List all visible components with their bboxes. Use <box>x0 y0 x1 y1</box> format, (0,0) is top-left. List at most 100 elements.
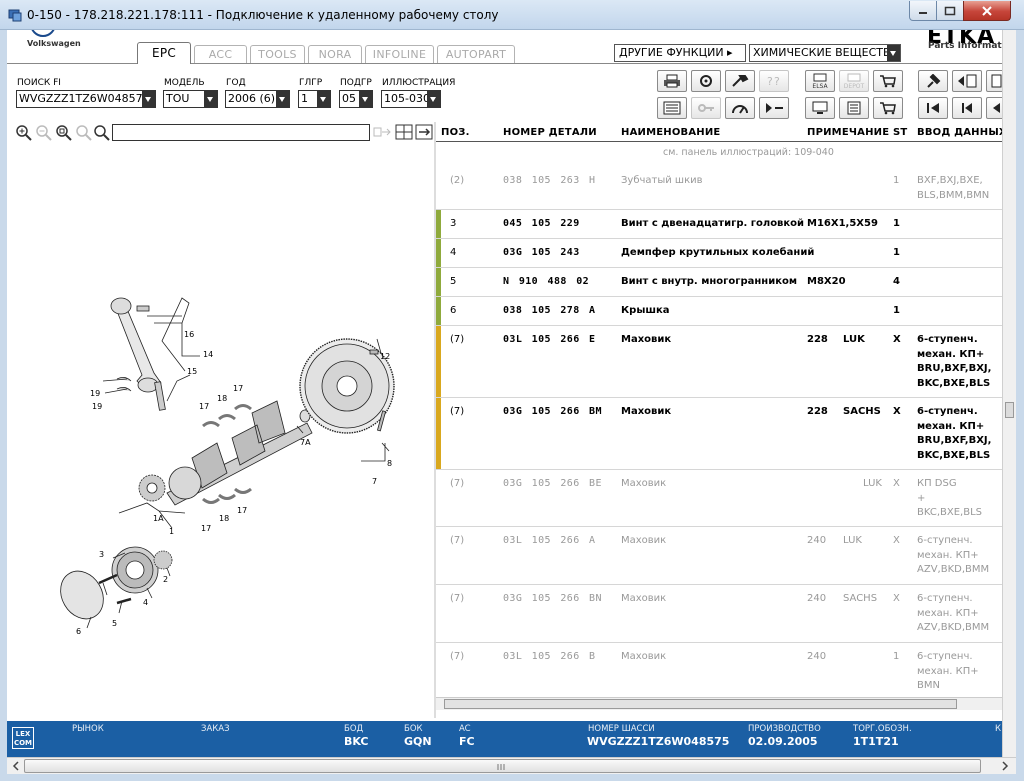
parts-table-header: ПОЗ. НОМЕР ДЕТАЛИ НАИМЕНОВАНИЕ ПРИМЕЧАНИ… <box>436 122 1002 142</box>
diagram-label: 18 <box>219 514 229 523</box>
model-select[interactable]: TOU <box>163 90 218 108</box>
production-value: 02.09.2005 <box>748 735 818 748</box>
speedometer-icon <box>732 105 748 114</box>
table-row[interactable]: (7) 03L 105 266 A Маховик 240 LUK X 6-ст… <box>436 527 1002 585</box>
arrow-left-icon[interactable] <box>9 759 23 773</box>
diagram-part <box>218 493 236 500</box>
other-functions-menu[interactable]: ДРУГИЕ ФУНКЦИИ ▸ <box>614 44 746 62</box>
table-row[interactable]: 4 03G 105 243 Демпфер крутильных колебан… <box>436 239 1002 268</box>
tab-epc[interactable]: EPC <box>137 42 191 64</box>
reference-note[interactable]: см. панель иллюстраций: 109-040 <box>663 146 834 161</box>
table-row[interactable]: (7) 03L 105 266 B Маховик 240 1 6-ступен… <box>436 643 1002 701</box>
expand-panel-icon[interactable] <box>415 124 433 140</box>
tab-autopart[interactable]: AUTOPART <box>437 45 515 64</box>
key-button[interactable] <box>691 97 721 119</box>
grid-view-icon[interactable] <box>395 124 413 140</box>
row-input: 6-ступенч. механ. КП+ BRU,BXF,BXJ, BKC,B… <box>917 334 992 389</box>
chevron-down-icon[interactable] <box>317 91 330 107</box>
first-page-button[interactable] <box>918 97 948 119</box>
elsa-button[interactable]: ELSA <box>805 70 835 92</box>
parts-table-horizontal-scrollbar[interactable] <box>436 697 1002 710</box>
market-label: РЫНОК <box>72 724 104 734</box>
arrow-right-icon[interactable] <box>998 759 1012 773</box>
scrollbar-thumb[interactable] <box>444 699 957 709</box>
col-header-st[interactable]: ST <box>893 127 907 138</box>
info-button[interactable]: ?? <box>759 70 789 92</box>
tab-nora[interactable]: NORA <box>308 45 362 64</box>
depot-button[interactable]: DEPOT <box>839 70 869 92</box>
maximize-button[interactable] <box>936 1 964 21</box>
previous-arrow-button[interactable] <box>986 97 1002 119</box>
col-header-note[interactable]: ПРИМЕЧАНИЕ <box>807 127 889 138</box>
play-separator-button[interactable] <box>759 97 789 119</box>
table-row[interactable]: (7) 03G 105 266 BE Маховик LUK X КП DSG … <box>436 470 1002 527</box>
illustration-search-input[interactable] <box>112 124 370 141</box>
close-button[interactable] <box>963 1 1011 21</box>
illustration-select[interactable]: 105-030 <box>381 90 441 108</box>
back-page-button[interactable] <box>952 70 982 92</box>
cart-add-button[interactable] <box>873 70 903 92</box>
row-pos: (7) <box>450 478 465 489</box>
group-select[interactable]: 1 <box>298 90 331 108</box>
tab-tools[interactable]: TOOLS <box>250 45 305 64</box>
diagram-part <box>234 487 252 494</box>
trade-label: ТОРГ.ОБОЗН. <box>853 724 912 734</box>
minimize-button[interactable] <box>909 1 937 21</box>
illustration-label: ИЛЛЮСТРАЦИЯ <box>382 78 456 88</box>
zoom-out-icon[interactable] <box>35 124 52 141</box>
row-name: Маховик <box>621 593 667 604</box>
previous-page-button[interactable] <box>952 97 982 119</box>
zoom-in-icon[interactable] <box>15 124 32 141</box>
link-icon[interactable] <box>373 125 391 139</box>
page-icon <box>991 74 1002 88</box>
vin-field[interactable]: WVGZZZ1TZ6W048575 <box>16 90 156 108</box>
table-row[interactable]: (7) 03G 105 266 BM Маховик 228 SACHS X 6… <box>436 398 1002 470</box>
table-row[interactable]: 3 045 105 229 Винт с двенадцатигр. голов… <box>436 210 1002 239</box>
chevron-down-icon[interactable] <box>204 91 217 107</box>
diagram-label: 2 <box>163 575 168 584</box>
tools-button[interactable] <box>725 70 755 92</box>
table-row[interactable]: 6 038 105 278 A Крышка 1 <box>436 297 1002 326</box>
monitor-button[interactable] <box>805 97 835 119</box>
subgroup-select[interactable]: 05 <box>339 90 373 108</box>
row-note: 228 <box>807 334 828 345</box>
scrollbar-thumb[interactable] <box>1005 402 1014 418</box>
tab-acc[interactable]: ACC <box>194 45 247 64</box>
table-row[interactable]: (7) 03L 105 266 E Маховик 228 LUK X 6-ст… <box>436 326 1002 398</box>
search-icon[interactable] <box>93 124 110 141</box>
tab-infoline[interactable]: INFOLINE <box>365 45 434 64</box>
col-header-part-no[interactable]: НОМЕР ДЕТАЛИ <box>503 127 597 138</box>
sheet-button[interactable] <box>839 97 869 119</box>
exploded-diagram[interactable]: 16 14 15 19 19 18 17 17 12 7A 8 7 1A 1 1… <box>7 143 433 719</box>
chevron-down-icon[interactable] <box>887 45 900 61</box>
zoom-fit-icon[interactable] <box>75 124 92 141</box>
diagram-part <box>60 570 104 620</box>
col-header-pos[interactable]: ПОЗ. <box>441 127 470 138</box>
chevron-down-icon[interactable] <box>142 91 155 107</box>
zoom-area-icon[interactable] <box>55 124 72 141</box>
pin-button[interactable] <box>918 70 948 92</box>
speedometer-button[interactable] <box>725 97 755 119</box>
forward-page-button[interactable] <box>986 70 1002 92</box>
table-row[interactable]: 5 N 910 488 02 Винт с внутр. многогранни… <box>436 268 1002 297</box>
chevron-down-icon[interactable] <box>359 91 372 107</box>
cart-button[interactable] <box>873 97 903 119</box>
chevron-down-icon[interactable] <box>276 91 289 107</box>
col-header-name[interactable]: НАИМЕНОВАНИЕ <box>621 127 720 138</box>
service-icon <box>700 75 712 87</box>
row-pos: (7) <box>450 334 465 345</box>
cart-icon <box>880 102 896 115</box>
list-view-button[interactable] <box>657 97 687 119</box>
horizontal-scrollbar[interactable] <box>7 757 1016 774</box>
table-row[interactable]: (7) 03G 105 266 BN Маховик 240 SACHS X 6… <box>436 585 1002 643</box>
col-header-input[interactable]: ВВОД ДАННЫХ <box>917 127 1002 138</box>
table-row[interactable]: (2) 038 105 263 H Зубчатый шкив 1 BXF,BX… <box>436 167 1002 210</box>
diagram-label: 18 <box>217 394 227 403</box>
scrollbar-thumb[interactable] <box>24 759 981 773</box>
chemicals-dropdown[interactable]: ХИМИЧЕСКИЕ ВЕЩЕСТВА <box>749 44 901 62</box>
year-select[interactable]: 2006 (6) <box>225 90 290 108</box>
print-button[interactable] <box>657 70 687 92</box>
vertical-scrollbar[interactable] <box>1002 30 1016 757</box>
service-button[interactable] <box>691 70 721 92</box>
chevron-down-icon[interactable] <box>427 91 440 107</box>
